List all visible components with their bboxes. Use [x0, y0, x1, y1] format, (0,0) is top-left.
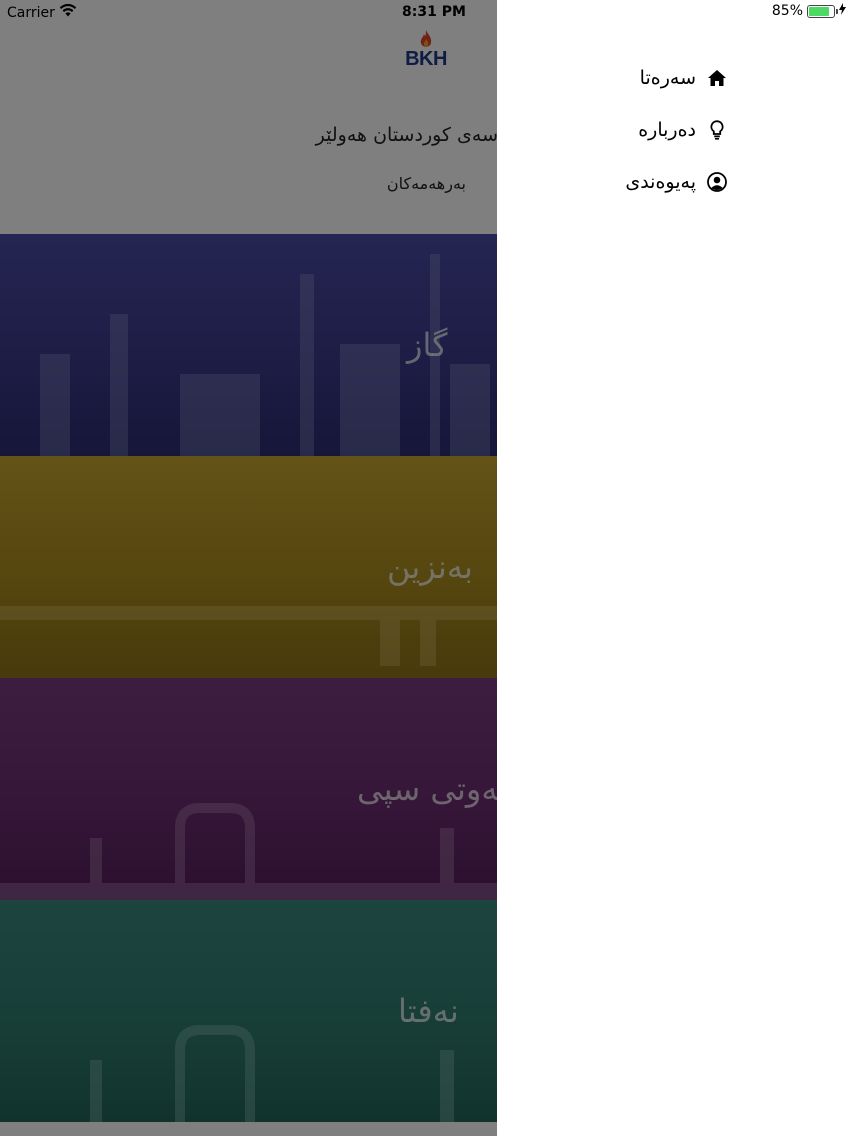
battery-icon: [807, 4, 838, 18]
charging-bolt-icon: [839, 3, 846, 19]
menu-item-label: سەرەتا: [639, 67, 696, 89]
battery-status: 85%: [772, 3, 846, 19]
drawer-menu: سەرەتا دەربارە پەیوەندی: [625, 52, 728, 208]
user-circle-icon: [706, 171, 728, 193]
menu-item-home[interactable]: سەرەتا: [625, 52, 728, 104]
menu-item-label: دەربارە: [638, 119, 696, 141]
lightbulb-icon: [706, 119, 728, 141]
home-icon: [706, 67, 728, 89]
menu-item-contact[interactable]: پەیوەندی: [625, 156, 728, 208]
side-drawer: 85% سەرەتا دەربارە پەیوەندی: [497, 0, 852, 1136]
battery-level: [809, 6, 830, 16]
menu-item-about[interactable]: دەربارە: [625, 104, 728, 156]
menu-item-label: پەیوەندی: [625, 171, 696, 193]
battery-percent: 85%: [771, 3, 803, 19]
